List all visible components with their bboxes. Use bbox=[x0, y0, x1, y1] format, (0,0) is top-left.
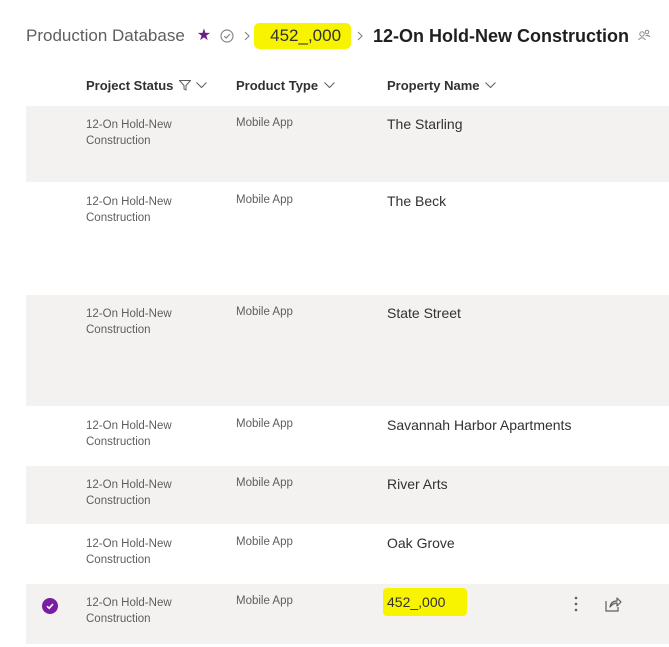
chevron-down-icon bbox=[196, 81, 208, 88]
product-type-cell: Mobile App bbox=[236, 595, 293, 607]
property-name-cell[interactable]: 452_,000 bbox=[383, 588, 471, 616]
breadcrumb-record[interactable]: 452_,000 bbox=[254, 23, 352, 49]
status-text: Construction bbox=[86, 324, 151, 336]
status-text: 12-On Hold-New bbox=[86, 119, 172, 131]
column-header-label: Property Name bbox=[387, 77, 480, 93]
product-type-cell: Mobile App bbox=[236, 194, 293, 206]
project-status-cell: 12-On Hold-New Construction bbox=[86, 595, 226, 627]
status-text: Construction bbox=[86, 436, 151, 448]
product-type-cell: Mobile App bbox=[236, 306, 293, 318]
status-text: 12-On Hold-New bbox=[86, 597, 172, 609]
column-header-label: Project Status bbox=[86, 77, 174, 93]
project-status-cell: 12-On Hold-New Construction bbox=[86, 477, 226, 509]
product-type-cell: Mobile App bbox=[236, 477, 293, 489]
property-name-highlighted[interactable]: 452_,000 bbox=[383, 588, 468, 616]
table-row[interactable]: 12-On Hold-New Construction Mobile App T… bbox=[26, 106, 669, 182]
chevron-down-icon bbox=[324, 81, 335, 88]
property-name-cell[interactable]: State Street bbox=[387, 305, 461, 321]
checkmark-circle-icon[interactable] bbox=[42, 598, 58, 614]
table-row[interactable]: 12-On Hold-New Construction Mobile App R… bbox=[26, 466, 669, 524]
column-header-label: Product Type bbox=[236, 77, 319, 93]
project-status-cell: 12-On Hold-New Construction bbox=[86, 117, 226, 149]
column-header-row: Project Status Product Type Property Nam… bbox=[0, 70, 669, 100]
property-name-cell[interactable]: Oak Grove bbox=[387, 535, 455, 551]
star-icon[interactable]: ★ bbox=[197, 28, 211, 44]
status-text: 12-On Hold-New bbox=[86, 538, 172, 550]
table-row-selected[interactable]: 12-On Hold-New Construction Mobile App 4… bbox=[26, 584, 669, 644]
status-text: 12-On Hold-New bbox=[86, 308, 172, 320]
column-header-product-type[interactable]: Product Type bbox=[236, 70, 335, 100]
table-row[interactable]: 12-On Hold-New Construction Mobile App O… bbox=[26, 525, 669, 583]
chevron-right-icon bbox=[355, 28, 365, 44]
status-text: 12-On Hold-New bbox=[86, 196, 172, 208]
product-type-cell: Mobile App bbox=[236, 418, 293, 430]
status-text: Construction bbox=[86, 554, 151, 566]
property-name-cell[interactable]: River Arts bbox=[387, 476, 448, 492]
product-type-cell: Mobile App bbox=[236, 536, 293, 548]
project-status-cell: 12-On Hold-New Construction bbox=[86, 194, 226, 226]
chevron-down-icon bbox=[485, 81, 497, 88]
column-header-project-status[interactable]: Project Status bbox=[86, 70, 208, 100]
column-header-property-name[interactable]: Property Name bbox=[387, 70, 497, 100]
product-type-cell: Mobile App bbox=[236, 117, 293, 129]
project-status-cell: 12-On Hold-New Construction bbox=[86, 306, 226, 338]
people-icon[interactable] bbox=[637, 28, 653, 44]
property-name-cell[interactable]: The Starling bbox=[387, 116, 462, 132]
property-name-cell[interactable]: Savannah Harbor Apartments bbox=[387, 417, 571, 433]
table-row[interactable]: 12-On Hold-New Construction Mobile App S… bbox=[26, 407, 669, 465]
filter-icon bbox=[179, 79, 192, 91]
table-row[interactable]: 12-On Hold-New Construction Mobile App T… bbox=[26, 183, 669, 294]
status-text: 12-On Hold-New bbox=[86, 479, 172, 491]
status-text: Construction bbox=[86, 495, 151, 507]
check-circle-icon bbox=[220, 29, 234, 43]
project-status-cell: 12-On Hold-New Construction bbox=[86, 536, 226, 568]
status-text: Construction bbox=[86, 212, 151, 224]
table-row[interactable]: 12-On Hold-New Construction Mobile App S… bbox=[26, 295, 669, 406]
status-text: Construction bbox=[86, 613, 151, 625]
breadcrumb-database[interactable]: Production Database bbox=[26, 26, 185, 46]
property-name-cell[interactable]: The Beck bbox=[387, 193, 446, 209]
more-vertical-icon[interactable] bbox=[572, 594, 580, 614]
breadcrumb-current: 12-On Hold-New Construction bbox=[373, 25, 630, 46]
status-text: 12-On Hold-New bbox=[86, 420, 172, 432]
status-text: Construction bbox=[86, 135, 151, 147]
project-status-cell: 12-On Hold-New Construction bbox=[86, 418, 226, 450]
breadcrumb: Production Database ★ 452_,000 12-On Hol… bbox=[26, 22, 653, 50]
chevron-right-icon bbox=[242, 28, 252, 44]
share-icon[interactable] bbox=[604, 595, 622, 613]
